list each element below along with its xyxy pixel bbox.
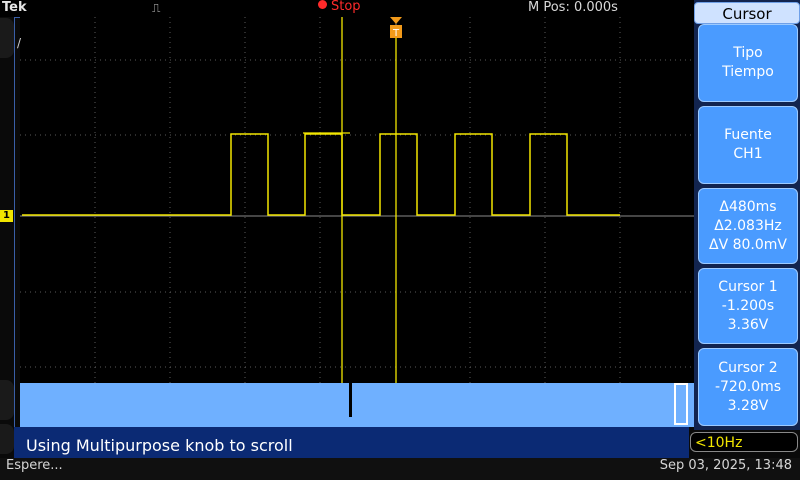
left-edge-tab [0,424,14,454]
center-axes [20,17,694,383]
cursor-1-button[interactable]: Cursor 1 -1.200s 3.36V [698,268,798,344]
svg-text:T: T [392,28,400,39]
slope-glyph: / [17,36,22,50]
bottom-status-bar: Espere... Sep 03, 2025, 13:48 [0,458,800,480]
ch1-level-marker[interactable]: 1 [0,210,13,222]
date-time: Sep 03, 2025, 13:48 [659,458,792,473]
left-edge-tab [0,380,14,420]
acquisition-status: Espere... [6,458,63,473]
brand-logo: Tek [2,0,27,15]
horizontal-position-readout: M Pos: 0.000s [528,0,618,15]
trigger-frequency-readout: <10Hz [690,432,798,452]
side-menu: Cursor Tipo Tiempo Fuente CH1 Δ480ms Δ2.… [694,0,800,430]
trigger-point-mark [349,383,352,417]
trigger-position-icon[interactable]: T [390,17,402,39]
cursor-delta-readout[interactable]: Δ480ms Δ2.083Hz ΔV 80.0mV [698,188,798,264]
top-status-bar: Tek ⎍ Stop M Pos: 0.000s [0,0,694,17]
scroll-window-handle[interactable] [674,383,688,425]
left-edge-tab [0,18,14,58]
graticule-grid [20,17,694,383]
cursor-2-button[interactable]: Cursor 2 -720.0ms 3.28V [698,348,798,426]
ch1-trace [22,133,620,216]
record-view-scrollbar[interactable] [20,383,694,427]
trigger-type-icon: ⎍ [152,1,161,15]
cursor-type-button[interactable]: Tipo Tiempo [698,24,798,102]
waveform-graticule: T [20,17,694,383]
cursor-source-button[interactable]: Fuente CH1 [698,106,798,184]
waveform-display: T [20,17,694,383]
side-menu-title: Cursor [694,2,800,24]
run-state-indicator[interactable]: Stop [318,0,361,14]
run-state-dot-icon [318,0,327,9]
